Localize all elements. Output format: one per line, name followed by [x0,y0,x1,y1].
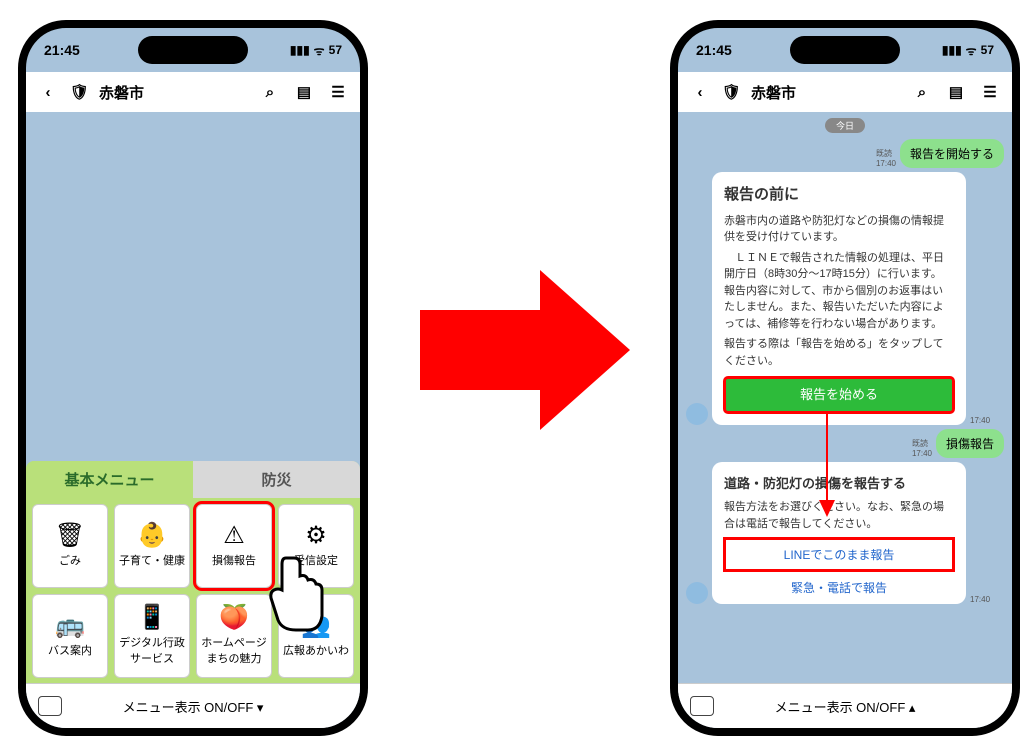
status-time: 21:45 [696,42,732,58]
tap-hand-icon [256,548,336,638]
date-pill: 今日 [825,118,865,133]
msg-me-1: 既読17:40 報告を開始する [686,139,1004,168]
notch [790,36,900,64]
menu-digital[interactable]: 📱デジタル行政 サービス [114,594,190,678]
battery-icon: 57 [329,43,342,57]
chat-header: ‹ 🛡 赤磐市 ⌕ ▤ ☰ [26,72,360,112]
bus-icon: 🚌 [55,614,85,638]
signal-icon: ▮▮▮ [942,43,962,57]
chat-area[interactable]: 今日 既読17:40 報告を開始する 報告の前に 赤磐市内の道路や防犯灯などの損… [678,112,1012,684]
signal-icon: ▮▮▮ [290,43,310,57]
phone-left: 21:45 ▮▮▮ ᯤ 57 ‹ 🛡 赤磐市 ⌕ ▤ ☰ 基本メニュー 防災 🗑… [18,20,368,736]
keyboard-icon[interactable] [690,696,714,716]
tab-basic[interactable]: 基本メニュー [26,461,193,498]
shield-icon: 🛡 [722,83,741,101]
start-report-button[interactable]: 報告を始める [724,377,954,413]
chat-header: ‹ 🛡 赤磐市 ⌕ ▤ ☰ [678,72,1012,112]
menu-icon[interactable]: ☰ [326,80,350,104]
shield-icon: 🛡 [70,83,89,101]
annotation-arrow-down [812,412,842,522]
phone-icon: 📱 [137,606,167,630]
phone-right: 21:45 ▮▮▮ ᯤ 57 ‹ 🛡 赤磐市 ⌕ ▤ ☰ 今日 既読17:40 … [670,20,1020,736]
option-line-report[interactable]: LINEでこのまま報告 [724,538,954,571]
notes-icon[interactable]: ▤ [292,80,316,104]
baby-icon: 👶 [137,524,167,548]
option-phone-report[interactable]: 緊急・電話で報告 [724,571,954,604]
gear-icon: ⚙ [305,524,327,548]
bubble-sonsho: 損傷報告 [936,429,1004,458]
wifi-icon: ᯤ [966,42,977,59]
chat-title: 赤磐市 [751,82,796,103]
keyboard-icon[interactable] [38,696,62,716]
notch [138,36,248,64]
menu-gomi[interactable]: 🗑ごみ [32,504,108,588]
bot-avatar [686,582,708,604]
battery-icon: 57 [981,43,994,57]
back-icon[interactable]: ‹ [36,80,60,104]
trash-icon: 🗑 [55,524,85,548]
menu-bus[interactable]: 🚌バス案内 [32,594,108,678]
back-icon[interactable]: ‹ [688,80,712,104]
menu-kosodate[interactable]: 👶子育て・健康 [114,504,190,588]
msg-bot-1: 報告の前に 赤磐市内の道路や防犯灯などの損傷の情報提供を受け付けています。 ＬＩ… [686,172,1004,425]
tab-bosai[interactable]: 防災 [193,461,360,498]
warning-icon: ⚠ [223,524,245,548]
card1-title: 報告の前に [724,184,954,207]
msg-bot-2: 道路・防犯灯の損傷を報告する 報告方法をお選びください。なお、緊急の場合は電話で… [686,462,1004,605]
menu-toggle-bar[interactable]: メニュー表示 ON/OFF ▴ [678,683,1012,728]
wifi-icon: ᯤ [314,42,325,59]
notes-icon[interactable]: ▤ [944,80,968,104]
msg-me-2: 既読17:40 損傷報告 [686,429,1004,458]
bubble-start: 報告を開始する [900,139,1004,168]
status-time: 21:45 [44,42,80,58]
menu-toggle-bar[interactable]: メニュー表示 ON/OFF ▾ [26,683,360,728]
search-icon[interactable]: ⌕ [258,80,282,104]
search-icon[interactable]: ⌕ [910,80,934,104]
bot-avatar [686,403,708,425]
menu-icon[interactable]: ☰ [978,80,1002,104]
peach-icon: 🍑 [219,606,249,630]
transition-arrow [400,250,640,450]
card-before-report: 報告の前に 赤磐市内の道路や防犯灯などの損傷の情報提供を受け付けています。 ＬＩ… [712,172,966,425]
chat-title: 赤磐市 [99,82,144,103]
